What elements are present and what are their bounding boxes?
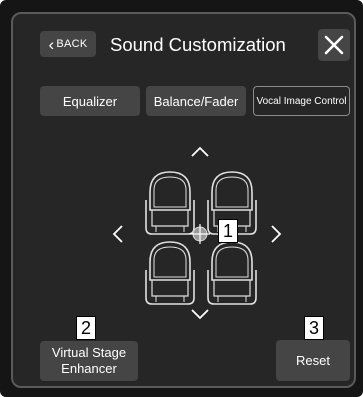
callout-label-2: 2 — [76, 316, 96, 340]
crosshair-icon[interactable] — [190, 224, 210, 244]
chevron-left-icon: ‹ — [48, 34, 55, 54]
close-button[interactable] — [318, 29, 350, 61]
page-title: Sound Customization — [110, 34, 286, 55]
seat-rear-left — [145, 241, 195, 305]
close-icon — [324, 35, 344, 55]
callout-label-3: 3 — [304, 316, 324, 340]
back-label: BACK — [56, 38, 88, 50]
seat-rear-right — [207, 241, 257, 305]
virtual-stage-label-line1: Virtual Stage — [51, 345, 127, 360]
virtual-stage-label-line2: Enhancer — [61, 361, 117, 376]
tab-balance-fader[interactable]: Balance/Fader — [146, 86, 246, 116]
tab-vocal-image-control[interactable]: Vocal Image Control — [253, 86, 350, 116]
virtual-stage-enhancer-button[interactable]: Virtual Stage Enhancer — [40, 341, 138, 381]
callout-label-1: 1 — [218, 219, 238, 243]
back-button[interactable]: ‹ BACK — [40, 31, 96, 57]
reset-button[interactable]: Reset — [276, 340, 350, 381]
tab-equalizer[interactable]: Equalizer — [40, 86, 140, 116]
seat-layout[interactable] — [138, 168, 262, 308]
chevron-up-icon[interactable] — [188, 140, 212, 164]
seat-front-left — [145, 171, 195, 235]
chevron-right-icon[interactable] — [264, 222, 288, 246]
chevron-left-icon[interactable] — [106, 222, 130, 246]
